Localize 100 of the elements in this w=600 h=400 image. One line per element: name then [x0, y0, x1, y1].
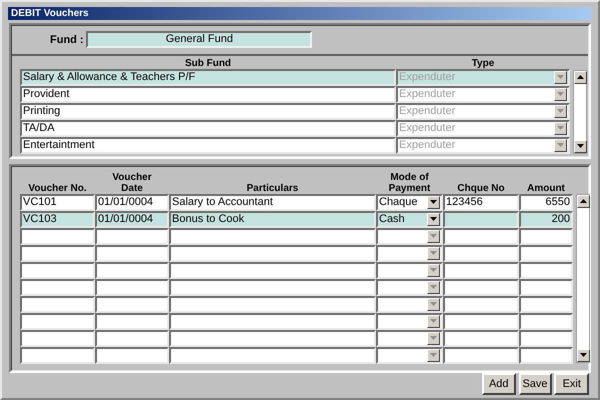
- scroll-down-button[interactable]: [576, 348, 590, 362]
- scroll-down-button[interactable]: [574, 140, 587, 153]
- dropdown[interactable]: [376, 244, 443, 262]
- caret-icon: [557, 92, 564, 96]
- table-cell[interactable]: [95, 262, 169, 279]
- action-button[interactable]: Add: [482, 372, 516, 395]
- table-cell[interactable]: [443, 244, 519, 262]
- fund-field[interactable]: General Fund: [86, 31, 312, 48]
- table-cell[interactable]: [443, 296, 519, 313]
- table-cell[interactable]: [519, 244, 573, 262]
- table-cell[interactable]: [443, 228, 519, 245]
- column-header: Mode of Payment: [388, 172, 432, 194]
- scrollbar[interactable]: [576, 194, 590, 363]
- table-cell[interactable]: [169, 228, 376, 245]
- column-header: Type: [470, 58, 496, 69]
- action-button[interactable]: Save: [518, 372, 552, 395]
- caret-icon: [430, 336, 437, 340]
- table-cell[interactable]: VC103: [20, 210, 95, 228]
- table-cell[interactable]: [519, 278, 573, 296]
- table-cell[interactable]: [443, 210, 519, 228]
- table-cell[interactable]: [519, 330, 573, 347]
- table-cell[interactable]: Bonus to Cook: [169, 210, 376, 228]
- table-cell[interactable]: [95, 312, 169, 330]
- table-cell[interactable]: [169, 346, 376, 364]
- table-cell[interactable]: [443, 330, 519, 347]
- column-header: Sub Fund: [184, 58, 232, 69]
- dropdown[interactable]: [376, 296, 443, 313]
- table-cell[interactable]: [95, 346, 169, 364]
- up-caret-icon: [576, 75, 584, 80]
- table-cell[interactable]: TA/DA: [20, 120, 396, 137]
- dropdown-arrow-button[interactable]: [554, 138, 567, 152]
- dropdown[interactable]: [376, 228, 443, 245]
- table-cell[interactable]: [169, 262, 376, 279]
- dropdown-arrow-button[interactable]: [554, 70, 567, 84]
- window-title: DEBIT Vouchers: [8, 7, 592, 20]
- up-caret-icon: [580, 199, 587, 204]
- table-cell[interactable]: [443, 312, 519, 330]
- column-header: Particulars: [246, 182, 300, 194]
- dropdown-value: Expenduter: [399, 104, 456, 118]
- table-cell[interactable]: Entertaintment: [20, 136, 396, 154]
- column-header: Amount: [526, 182, 566, 194]
- table-cell[interactable]: [95, 330, 169, 347]
- caret-icon: [557, 143, 564, 148]
- table-cell[interactable]: [169, 278, 376, 296]
- dropdown-arrow-button[interactable]: [427, 212, 440, 226]
- table-cell[interactable]: [443, 346, 519, 364]
- caret-icon: [430, 285, 437, 290]
- dropdown[interactable]: Cash: [376, 210, 443, 228]
- action-button[interactable]: Exit: [554, 372, 590, 395]
- table-cell[interactable]: Printing: [20, 102, 396, 120]
- table-cell[interactable]: 200: [519, 210, 573, 228]
- table-cell[interactable]: [95, 244, 169, 262]
- caret-icon: [430, 251, 437, 256]
- table-cell[interactable]: [519, 228, 573, 245]
- table-cell[interactable]: 123456: [443, 194, 519, 211]
- caret-icon: [557, 109, 564, 114]
- dropdown-arrow-button[interactable]: [554, 88, 567, 101]
- table-cell[interactable]: [169, 312, 376, 330]
- table-cell[interactable]: 6550: [519, 194, 573, 211]
- table-cell[interactable]: [443, 278, 519, 296]
- dropdown[interactable]: Chaque: [376, 194, 443, 211]
- table-cell[interactable]: Provident: [20, 86, 396, 103]
- table-cell[interactable]: [443, 262, 519, 279]
- table-cell[interactable]: [519, 296, 573, 313]
- scroll-up-button[interactable]: [576, 194, 590, 208]
- table-cell[interactable]: 01/01/0004: [95, 194, 169, 211]
- dropdown[interactable]: [376, 312, 443, 330]
- table-cell[interactable]: [169, 330, 376, 347]
- scrollbar[interactable]: [572, 70, 587, 154]
- dropdown-value: Expenduter: [399, 138, 456, 152]
- caret-icon: [430, 268, 437, 272]
- dropdown[interactable]: [376, 346, 443, 364]
- caret-icon: [557, 126, 564, 130]
- scroll-up-button[interactable]: [574, 70, 587, 84]
- table-cell[interactable]: 01/01/0004: [95, 210, 169, 228]
- dropdown-value: Chaque: [379, 196, 418, 209]
- dropdown[interactable]: [376, 330, 443, 347]
- fund-label: Fund :: [50, 32, 84, 48]
- table-cell[interactable]: [519, 346, 573, 364]
- dropdown-arrow-button[interactable]: [554, 122, 567, 135]
- table-cell[interactable]: [169, 244, 376, 262]
- table-cell[interactable]: [519, 262, 573, 279]
- caret-icon: [557, 75, 564, 80]
- table-cell[interactable]: Salary & Allowance & Teachers P/F: [20, 68, 396, 86]
- dropdown-value: Cash: [379, 212, 405, 226]
- caret-icon: [576, 144, 584, 148]
- table-cell[interactable]: [169, 296, 376, 313]
- table-cell[interactable]: VC101: [20, 194, 95, 211]
- table-cell[interactable]: [95, 296, 169, 313]
- dropdown[interactable]: [376, 262, 443, 279]
- dropdown-arrow-button[interactable]: [554, 104, 567, 118]
- dropdown-arrow-button[interactable]: [427, 196, 440, 209]
- table-cell[interactable]: [519, 312, 573, 330]
- caret-icon: [430, 302, 437, 306]
- dropdown-value: Expenduter: [399, 122, 456, 135]
- table-cell[interactable]: Salary to Accountant: [169, 194, 376, 211]
- table-cell[interactable]: [95, 278, 169, 296]
- table-cell[interactable]: [95, 228, 169, 245]
- dropdown-value: Expenduter: [399, 88, 456, 101]
- dropdown[interactable]: [376, 278, 443, 296]
